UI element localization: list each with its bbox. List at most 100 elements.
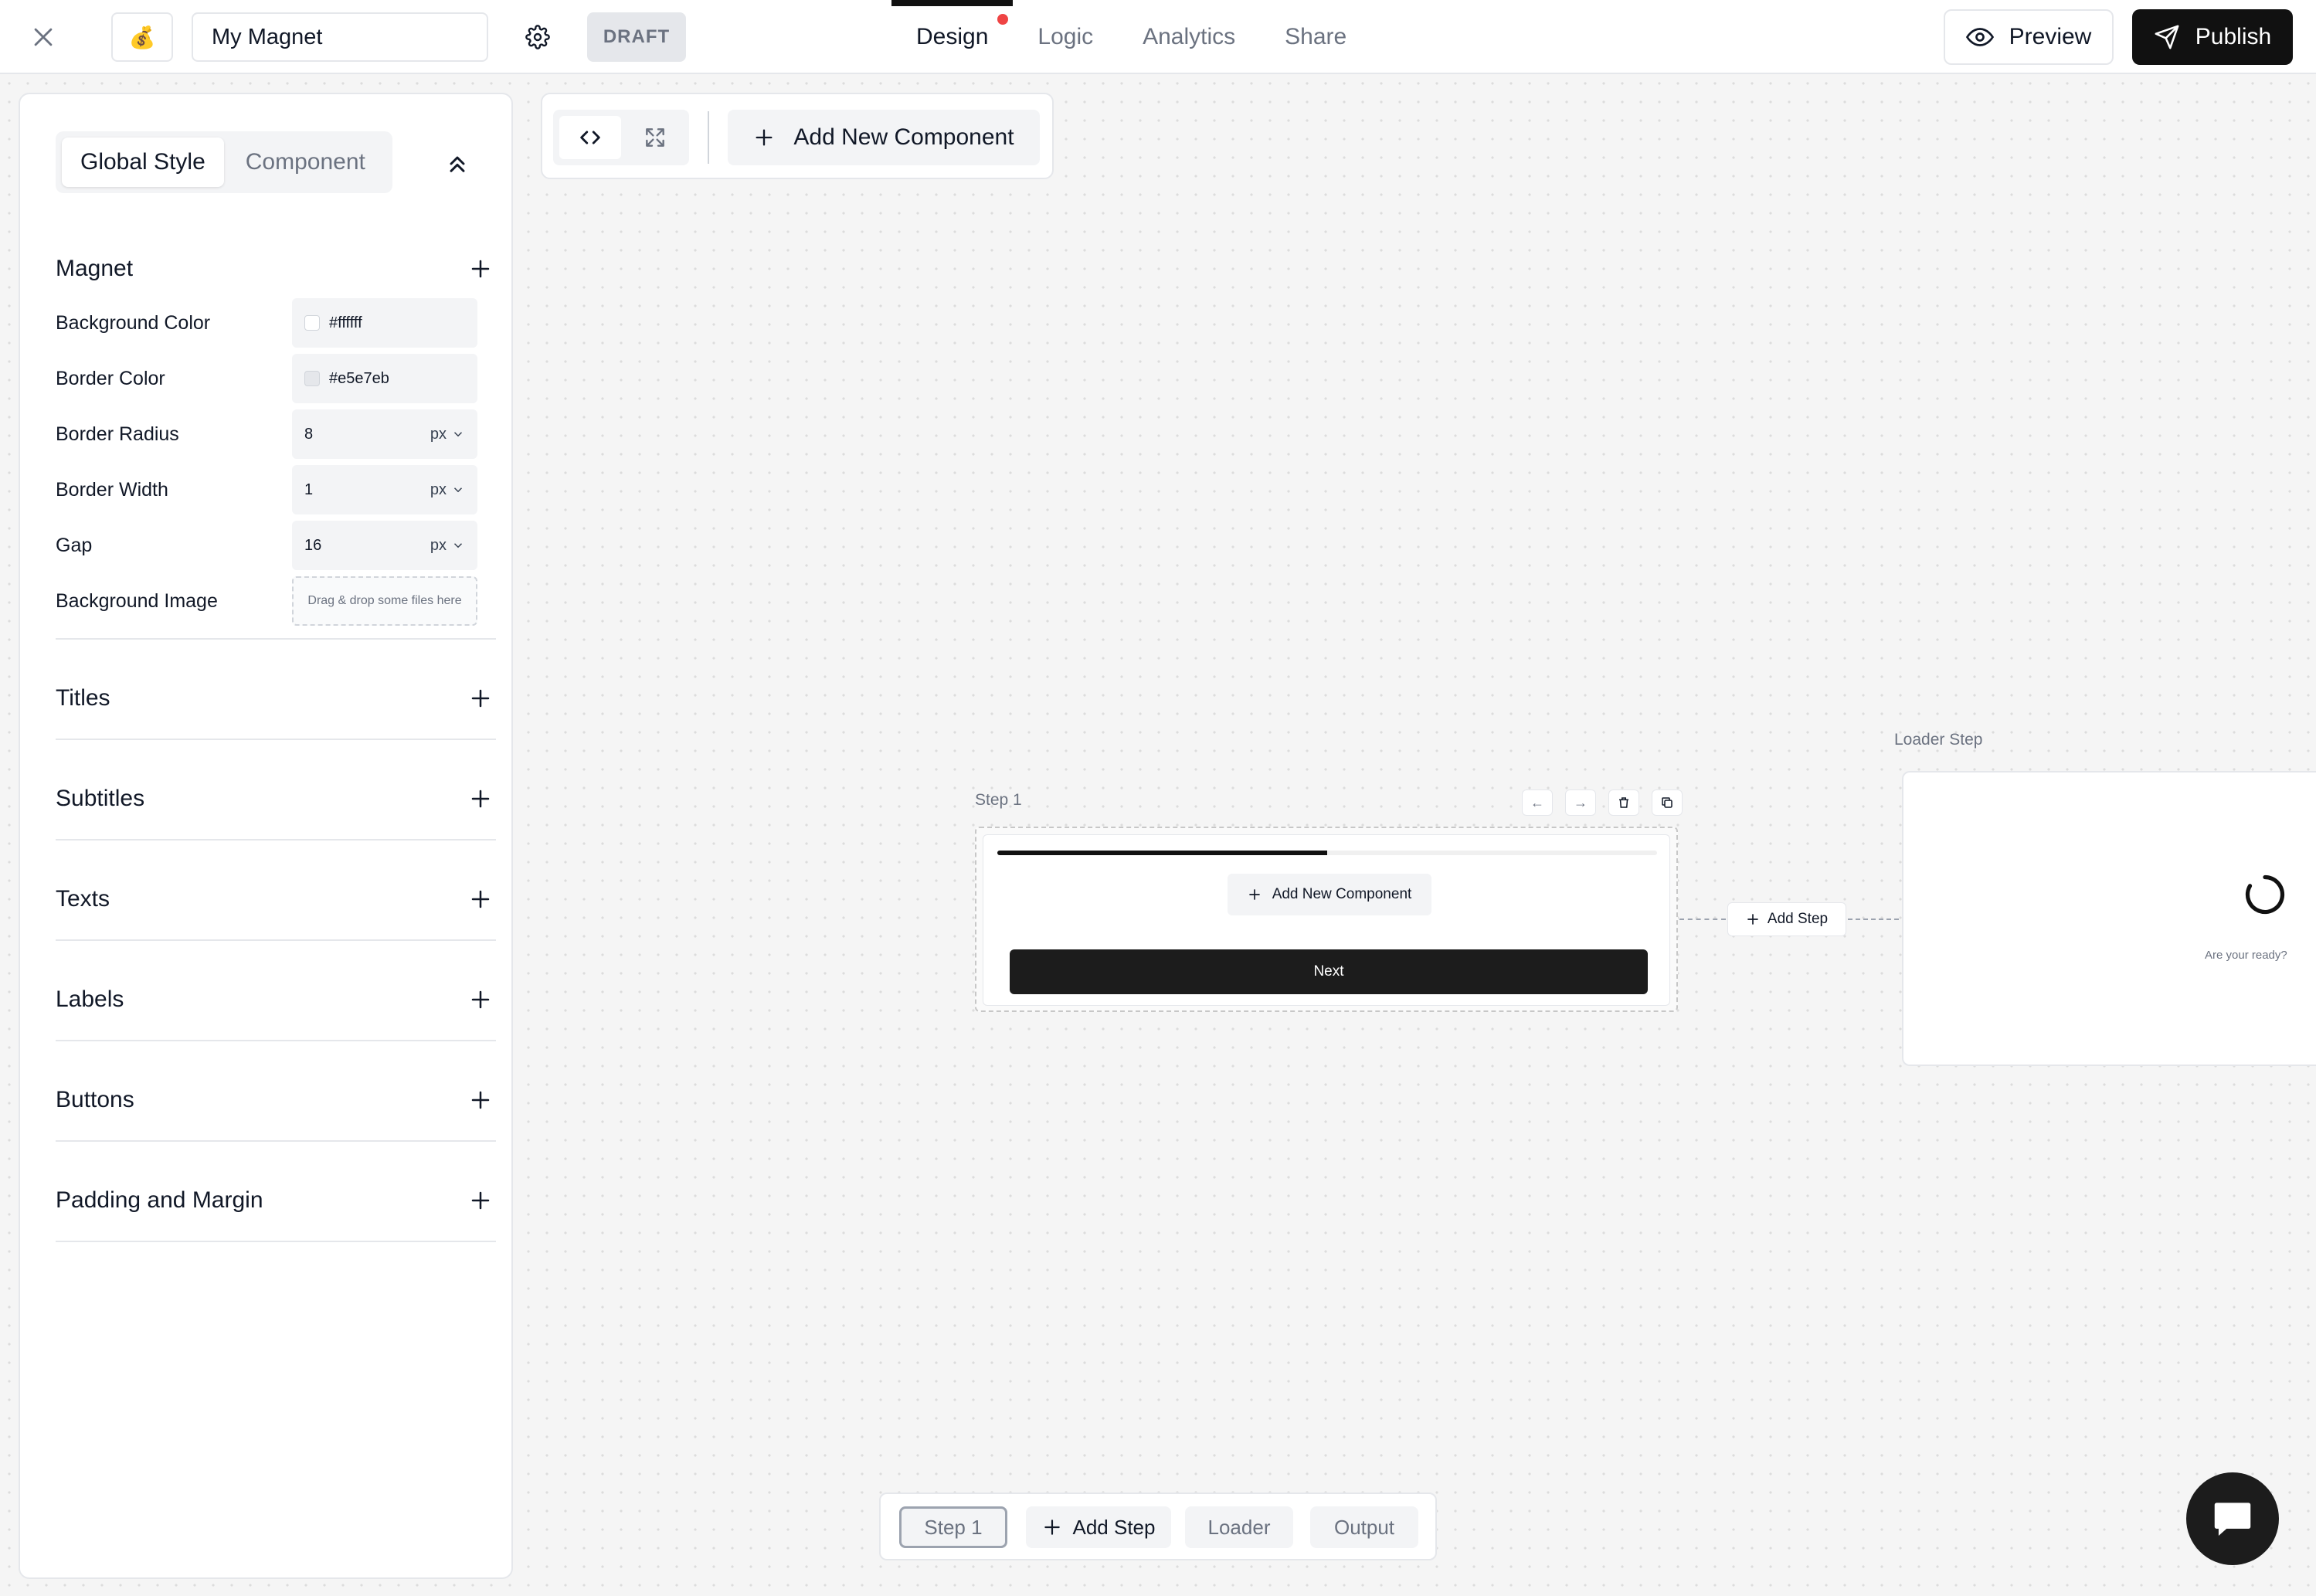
loader-step-node[interactable]: Are your ready?: [1902, 771, 2316, 1066]
move-left-button[interactable]: ←: [1522, 790, 1553, 816]
canvas-add-step-label: Add Step: [1767, 911, 1829, 927]
magnet-section-title: Magnet: [56, 256, 134, 281]
section-title: Texts: [56, 886, 110, 912]
unit-select[interactable]: px: [430, 537, 465, 555]
step-nav-add-step-button[interactable]: Add Step: [1026, 1506, 1171, 1548]
tab-share-label: Share: [1285, 24, 1347, 49]
step-nav-step1[interactable]: Step 1: [899, 1506, 1007, 1548]
component-tab[interactable]: Component: [227, 138, 384, 187]
loader-node-label: Loader Step: [1894, 731, 1983, 749]
collapse-panel-button[interactable]: [439, 145, 476, 182]
section-title: Titles: [56, 685, 110, 711]
publish-button[interactable]: Publish: [2132, 9, 2293, 65]
background-color-value: #ffffff: [329, 314, 362, 331]
chevrons-up-icon: [450, 156, 465, 172]
toolbar-separator: [708, 111, 709, 164]
gap-label: Gap: [56, 534, 93, 556]
padding-margin-section-header[interactable]: Padding and Margin: [56, 1179, 496, 1222]
unit-select[interactable]: px: [430, 426, 465, 443]
plus-icon[interactable]: [465, 1085, 496, 1116]
plus-icon[interactable]: [465, 783, 496, 814]
top-bar: 💰 DRAFT Design Logic Analytics Share Pre…: [0, 0, 2316, 74]
tab-logic[interactable]: Logic: [1013, 0, 1118, 74]
publish-label: Publish: [2195, 24, 2272, 49]
buttons-section-header[interactable]: Buttons: [56, 1078, 496, 1122]
duplicate-step-button[interactable]: [1652, 790, 1683, 816]
close-button[interactable]: [22, 19, 65, 56]
view-toggle: [553, 110, 689, 165]
loading-spinner-icon: [2245, 874, 2285, 915]
step-next-button[interactable]: Next: [1010, 949, 1648, 994]
step-add-component-button[interactable]: Add New Component: [1228, 874, 1431, 915]
border-radius-field[interactable]: 8 px: [292, 409, 477, 459]
background-color-label: Background Color: [56, 311, 211, 334]
unit-label: px: [430, 536, 447, 554]
step1-node-controls: ← →: [1522, 790, 1683, 816]
canvas-add-step-button[interactable]: Add Step: [1727, 902, 1846, 936]
money-bag-icon: 💰: [128, 25, 156, 49]
border-width-value: 1: [304, 480, 314, 498]
labels-section-header[interactable]: Labels: [56, 978, 496, 1021]
settings-button[interactable]: [516, 19, 559, 56]
plus-icon[interactable]: [465, 683, 496, 714]
section-title: Labels: [56, 986, 124, 1012]
support-chat-button[interactable]: [2186, 1472, 2279, 1565]
step-progress-bar: [997, 851, 1657, 855]
divider: [56, 1040, 496, 1041]
border-color-label: Border Color: [56, 367, 165, 389]
plus-icon[interactable]: [465, 253, 496, 284]
tab-design-label: Design: [916, 24, 989, 49]
tab-analytics[interactable]: Analytics: [1118, 0, 1260, 74]
gear-icon: [525, 25, 550, 49]
close-icon: [34, 28, 53, 46]
step-nav-loader[interactable]: Loader: [1185, 1506, 1293, 1548]
move-right-button[interactable]: →: [1565, 790, 1596, 816]
notification-dot: [997, 14, 1009, 25]
step-connector: [1679, 919, 1726, 920]
step-nav-add-step-label: Add Step: [1072, 1515, 1156, 1539]
gap-value: 16: [304, 536, 322, 554]
plus-icon[interactable]: [465, 984, 496, 1015]
divider: [56, 1241, 496, 1242]
copy-icon: [1662, 797, 1672, 808]
delete-step-button[interactable]: [1608, 790, 1639, 816]
canvas-toolbar: Add New Component: [541, 93, 1054, 179]
plus-icon[interactable]: [465, 1185, 496, 1216]
step-add-component-label: Add New Component: [1272, 886, 1412, 902]
add-new-component-button[interactable]: Add New Component: [728, 110, 1040, 165]
code-view-button[interactable]: [559, 116, 621, 159]
panel-mode-toggle: Global Style Component: [56, 131, 392, 193]
step-connector: [1848, 919, 1899, 920]
border-width-label: Border Width: [56, 478, 168, 501]
tab-share[interactable]: Share: [1260, 0, 1371, 74]
background-image-label: Background Image: [56, 589, 218, 612]
subtitles-section-header[interactable]: Subtitles: [56, 777, 496, 820]
texts-section-header[interactable]: Texts: [56, 878, 496, 921]
global-style-tab[interactable]: Global Style: [62, 138, 224, 187]
unit-select[interactable]: px: [430, 481, 465, 499]
arrow-right-icon: →: [1574, 794, 1588, 810]
plus-icon[interactable]: [465, 884, 496, 915]
chevron-down-icon: [453, 487, 463, 493]
fullscreen-button[interactable]: [627, 116, 683, 159]
preview-button[interactable]: Preview: [1944, 9, 2114, 65]
gap-field[interactable]: 16 px: [292, 521, 477, 570]
step-nav-output[interactable]: Output: [1310, 1506, 1418, 1548]
background-image-dropzone[interactable]: Drag & drop some files here: [292, 576, 477, 626]
magnet-emoji-button[interactable]: 💰: [111, 12, 173, 62]
step1-node[interactable]: Add New Component Next: [975, 827, 1678, 1012]
titles-section-header[interactable]: Titles: [56, 677, 496, 720]
magnet-section-header[interactable]: Magnet: [56, 247, 496, 290]
style-panel: Global Style Component Magnet Background…: [19, 93, 513, 1579]
tab-design[interactable]: Design: [891, 0, 1014, 74]
border-width-field[interactable]: 1 px: [292, 465, 477, 514]
color-swatch[interactable]: [304, 315, 320, 331]
background-color-field[interactable]: #ffffff: [292, 298, 477, 348]
expand-icon: [646, 128, 664, 147]
color-swatch[interactable]: [304, 371, 320, 386]
border-color-field[interactable]: #e5e7eb: [292, 354, 477, 403]
magnet-title-input[interactable]: [192, 12, 488, 62]
plus-icon: [1747, 914, 1758, 925]
send-icon: [2155, 25, 2179, 49]
plus-icon: [756, 129, 773, 146]
